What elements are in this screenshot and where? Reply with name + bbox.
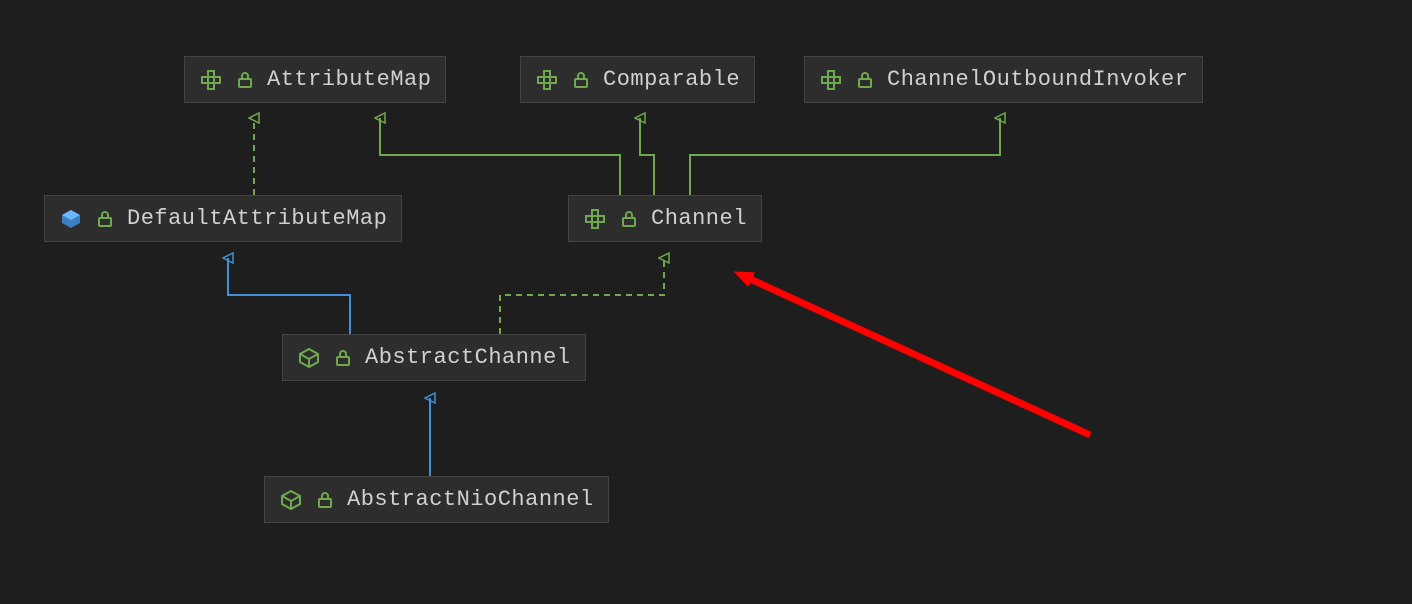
abstract-class-icon — [279, 488, 303, 512]
node-label: Comparable — [603, 67, 740, 92]
lock-icon — [569, 68, 593, 92]
lock-icon — [93, 207, 117, 231]
node-label: DefaultAttributeMap — [127, 206, 387, 231]
node-label: Channel — [651, 206, 747, 231]
abstract-class-icon — [297, 346, 321, 370]
node-channel[interactable]: Channel — [568, 195, 762, 242]
diagram-canvas: AttributeMap Comparable ChannelOutboundI… — [0, 0, 1412, 604]
interface-icon — [199, 68, 223, 92]
node-label: ChannelOutboundInvoker — [887, 67, 1188, 92]
node-abstractniochannel[interactable]: AbstractNioChannel — [264, 476, 609, 523]
lock-icon — [853, 68, 877, 92]
node-label: AbstractChannel — [365, 345, 571, 370]
interface-icon — [819, 68, 843, 92]
node-defaultattributemap[interactable]: DefaultAttributeMap — [44, 195, 402, 242]
lock-icon — [233, 68, 257, 92]
node-channeloutboundinvoker[interactable]: ChannelOutboundInvoker — [804, 56, 1203, 103]
interface-icon — [535, 68, 559, 92]
class-icon — [59, 207, 83, 231]
annotation-arrow — [748, 278, 1090, 435]
node-label: AbstractNioChannel — [347, 487, 594, 512]
lock-icon — [331, 346, 355, 370]
lock-icon — [617, 207, 641, 231]
node-label: AttributeMap — [267, 67, 431, 92]
interface-icon — [583, 207, 607, 231]
node-comparable[interactable]: Comparable — [520, 56, 755, 103]
node-attributemap[interactable]: AttributeMap — [184, 56, 446, 103]
node-abstractchannel[interactable]: AbstractChannel — [282, 334, 586, 381]
lock-icon — [313, 488, 337, 512]
